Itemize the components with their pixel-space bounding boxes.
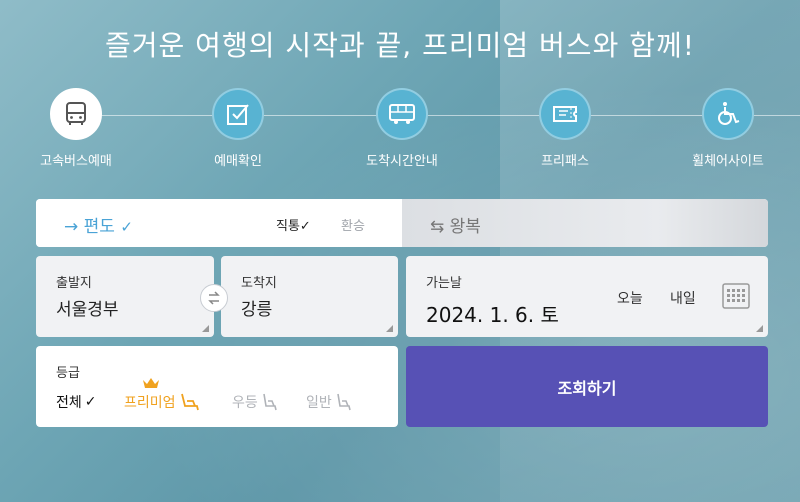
page-headline: 즐거운 여행의 시작과 끝, 프리미엄 버스와 함께! bbox=[105, 29, 695, 62]
wheelchair-icon bbox=[702, 88, 754, 140]
trip-type-bar: → 편도 ✓ 직통✓ 환승 ⇆ 왕복 bbox=[36, 199, 768, 247]
grade-general-text: 일반 bbox=[306, 395, 332, 411]
arrow-right-icon: → bbox=[64, 217, 79, 237]
grade-label: 등급 bbox=[56, 366, 80, 381]
grade-excellent-option[interactable]: 우등 bbox=[232, 392, 279, 412]
corner-marker bbox=[756, 325, 763, 332]
grade-field: 등급 전체 ✓ 프리미엄 우등 일반 bbox=[36, 346, 398, 427]
direct-text: 직통 bbox=[276, 219, 300, 234]
departure-value: 서울경부 bbox=[56, 300, 119, 320]
calendar-icon[interactable] bbox=[722, 283, 750, 309]
check-icon: ✓ bbox=[299, 219, 311, 234]
roundtrip-text: 왕복 bbox=[449, 217, 481, 237]
checkbox-icon bbox=[212, 88, 264, 140]
grade-all-option[interactable]: 전체 ✓ bbox=[56, 392, 97, 412]
date-label: 가는날 bbox=[426, 276, 462, 291]
arrival-value: 강릉 bbox=[241, 300, 273, 320]
grade-premium-text: 프리미엄 bbox=[124, 395, 176, 411]
bus-schedule-icon bbox=[376, 88, 428, 140]
oneway-tab[interactable]: → 편도 ✓ 직통✓ 환승 bbox=[36, 199, 402, 247]
ticket-icon bbox=[539, 88, 591, 140]
check-icon: ✓ bbox=[84, 394, 97, 410]
roundtrip-tab[interactable]: ⇆ 왕복 bbox=[402, 199, 768, 247]
search-button[interactable]: 조회하기 bbox=[406, 346, 768, 427]
grade-premium-option[interactable]: 프리미엄 bbox=[124, 392, 201, 412]
swap-icon bbox=[208, 291, 220, 305]
seat-icon bbox=[336, 393, 351, 411]
grade-excellent-text: 우등 bbox=[232, 395, 258, 411]
transfer-option[interactable]: 환승 bbox=[341, 215, 365, 234]
menu-label: 고속버스예매 bbox=[40, 154, 112, 169]
swap-stations-button[interactable] bbox=[200, 284, 228, 312]
arrival-field[interactable]: 도착지 강릉 bbox=[221, 256, 398, 337]
bus-icon bbox=[50, 88, 102, 140]
roundtrip-label: ⇆ 왕복 bbox=[430, 212, 481, 237]
menu-label: 예매확인 bbox=[214, 154, 262, 169]
corner-marker bbox=[386, 325, 393, 332]
date-field[interactable]: 가는날 2024. 1. 6. 토 오늘 내일 bbox=[406, 256, 768, 337]
oneway-text: 편도 bbox=[83, 217, 115, 237]
oneway-label: → 편도 ✓ bbox=[64, 212, 133, 237]
menu-item-arrival-time[interactable]: 도착시간안내 bbox=[342, 88, 462, 169]
menu-item-free-pass[interactable]: 프리패스 bbox=[505, 88, 625, 169]
check-icon: ✓ bbox=[120, 218, 133, 236]
menu-item-wheelchair[interactable]: 휠체어사이트 bbox=[668, 88, 788, 169]
grade-general-option[interactable]: 일반 bbox=[306, 392, 353, 412]
menu-label: 도착시간안내 bbox=[366, 154, 438, 169]
departure-field[interactable]: 출발지 서울경부 bbox=[36, 256, 214, 337]
today-button[interactable]: 오늘 bbox=[617, 288, 643, 308]
menu-label: 프리패스 bbox=[541, 154, 589, 169]
seat-icon bbox=[262, 393, 277, 411]
seat-icon bbox=[180, 393, 199, 411]
direct-option[interactable]: 직통✓ bbox=[276, 215, 311, 234]
crown-icon bbox=[142, 374, 160, 388]
menu-item-express-booking[interactable]: 고속버스예매 bbox=[16, 88, 136, 169]
service-menu: 고속버스예매 예매확인 도착시간안내 프리패스 휠체어사이트 bbox=[0, 88, 800, 178]
date-value: 2024. 1. 6. 토 bbox=[426, 303, 559, 327]
arrival-label: 도착지 bbox=[241, 276, 277, 291]
swap-arrows-icon: ⇆ bbox=[430, 217, 445, 237]
menu-label: 휠체어사이트 bbox=[692, 154, 764, 169]
grade-all-text: 전체 bbox=[56, 395, 82, 411]
corner-marker bbox=[202, 325, 209, 332]
tomorrow-button[interactable]: 내일 bbox=[670, 288, 696, 308]
menu-item-booking-check[interactable]: 예매확인 bbox=[178, 88, 298, 169]
departure-label: 출발지 bbox=[56, 276, 92, 291]
